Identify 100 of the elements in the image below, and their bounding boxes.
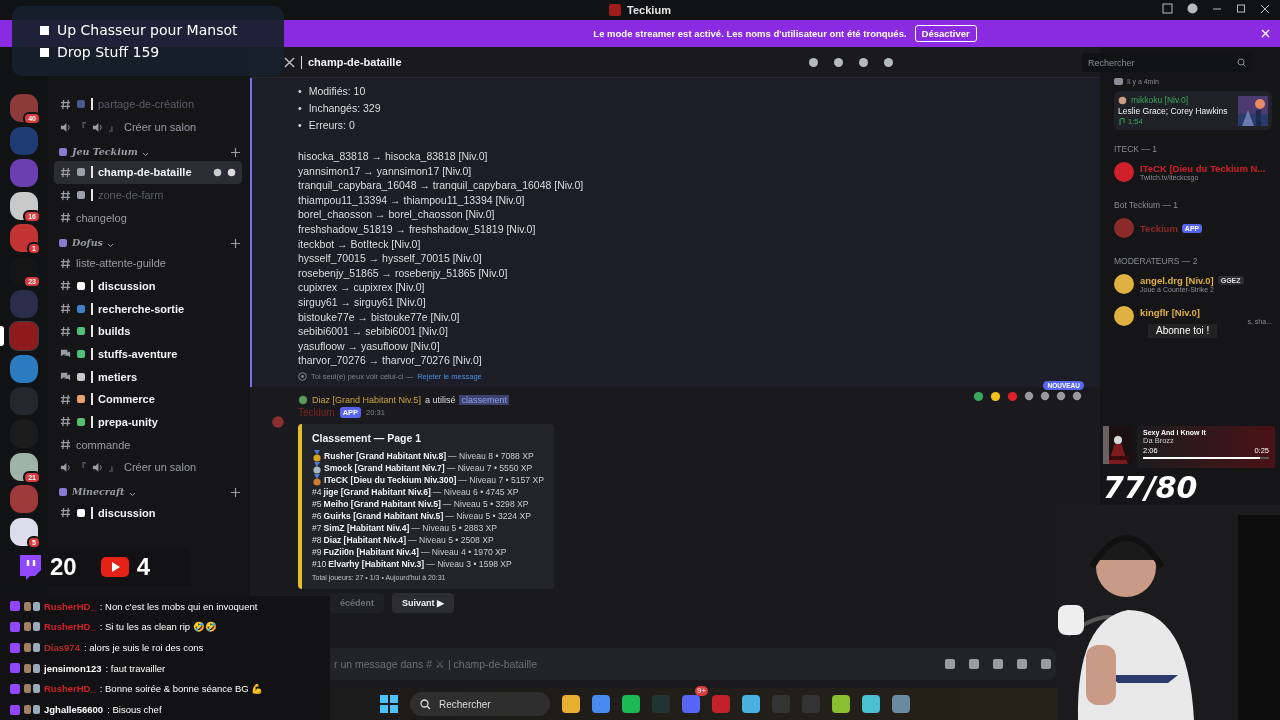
channel-item[interactable]: commande	[54, 433, 242, 456]
embed-title: Classement — Page 1	[312, 431, 423, 444]
summary-item: Inchangés: 329	[308, 100, 381, 115]
player-stats: — Niveau 4 • 1970 XP	[420, 546, 507, 557]
player-name: Elvarhy [Habitant Niv.3]	[328, 558, 425, 569]
task-text: Up Chasseur pour Mansot	[57, 22, 238, 38]
member-name[interactable]: kingflr [Niv.0]	[1140, 307, 1200, 318]
rename-line: hisocka_83818 → hisocka_83818 [Niv.0]	[298, 149, 489, 164]
rename-line: freshshadow_51819 → freshshadow_51819 [Niv.0]	[298, 221, 537, 237]
channel-item[interactable]: 『 』 Créer un salon	[54, 456, 242, 479]
rank-number: #10	[312, 558, 327, 569]
channel-item[interactable]: builds	[54, 319, 242, 343]
chat-username: Dias974	[44, 642, 80, 654]
member-group-title: Bot Teckium — 1	[1114, 200, 1180, 210]
rename-line: iteckbot → BotIteck [Niv.0]	[298, 236, 422, 252]
taskbar-search[interactable]: Rechercher	[410, 692, 550, 716]
track-artists: Leslie Grace; Corey Hawkins	[1118, 106, 1229, 116]
player-stats: — Niveau 7 • 5157 XP	[458, 474, 544, 485]
player-stats: — Niveau 5 • 3298 XP	[442, 498, 529, 509]
channel-item[interactable]: liste-attente-guilde	[54, 251, 242, 275]
rank-number: #9	[312, 546, 322, 557]
chat-message: : alors je suis le roi des cons	[83, 642, 204, 654]
player-name: FuZii0n [Habitant Niv.4]	[323, 546, 419, 557]
channel-item[interactable]: 『 』 Créer un salon	[54, 115, 242, 139]
player-name: Smock [Grand Habitant Niv.7]	[324, 462, 445, 473]
reply-username[interactable]: Diaz [Grand Habitant Niv.5]	[312, 394, 421, 405]
channel-item[interactable]: discussion	[54, 274, 242, 298]
chat-message: : faut travailler	[105, 662, 166, 674]
window-title: Teckium	[627, 4, 671, 16]
channel-item[interactable]: Commerce	[54, 387, 242, 411]
channel-item[interactable]: metiers	[54, 365, 242, 388]
chat-username: Jghalle56600	[44, 704, 104, 716]
notification-badge: 9+	[695, 686, 709, 696]
chat-username: jensimon123	[44, 662, 102, 674]
channel-item[interactable]: discussion	[54, 501, 242, 525]
goal-counter: 77/80	[1103, 470, 1198, 505]
channel-item[interactable]: champ-de-bataille	[54, 161, 242, 184]
bullet-mark: •	[298, 83, 302, 98]
rank-number: #8	[312, 534, 322, 545]
member-group-title: ITECK — 1	[1114, 144, 1158, 154]
rename-line: rosebenjy_51865 → rosebenjy_51865 [Niv.0]	[298, 265, 509, 281]
reply-action: a utilisé	[424, 394, 456, 405]
player-stats: — Niveau 3 • 1598 XP	[426, 558, 512, 569]
chat-message: : Non c'est les mobs qui en invoquent	[99, 600, 258, 612]
player-stats: — Niveau 5 • 3224 XP	[445, 510, 531, 521]
twitch-viewer-count: 20	[50, 553, 77, 581]
player-stats: — Niveau 5 • 2883 XP	[411, 522, 497, 533]
chat-message: : Si tu les as clean rip 🤣🤣	[99, 621, 217, 633]
channel-item[interactable]: prepa-unity	[54, 410, 242, 434]
chat-username: RusherHD_	[44, 600, 96, 612]
bullet-mark: •	[298, 100, 302, 115]
youtube-viewer-count: 4	[136, 553, 151, 581]
rename-line: yannsimon17 → yannsimon17 [Niv.0]	[298, 163, 473, 179]
rename-line: thiampou11_13394 → thiampou11_13394 [Niv.0]	[298, 192, 526, 208]
rename-line: borel_chaosson → borel_chaosson [Niv.0]	[298, 207, 496, 222]
rename-line: yasufloow → yasufloow [Niv.0]	[298, 338, 441, 354]
rename-line: tharvor_70276 → tharvor_70276 [Niv.0]	[298, 353, 483, 368]
disable-button[interactable]: Désactiver	[914, 25, 977, 42]
player-stats: — Niveau 7 • 5550 XP	[446, 462, 533, 473]
chat-username: RusherHD_	[44, 683, 96, 695]
player-name: SimZ [Habitant Niv.4]	[323, 522, 410, 533]
member-name[interactable]: angel.drg [Niv.0]	[1140, 275, 1214, 286]
player-stats: — Niveau 6 • 4745 XP	[432, 486, 519, 497]
rank-number: #5	[312, 498, 322, 509]
chat-message: : Bonne soirée & bonne séance BG 💪	[99, 683, 264, 695]
category-name[interactable]: Dofus	[72, 236, 103, 248]
rename-line: sirguy61 → sirguy61 [Niv.0]	[298, 294, 427, 310]
member-group-title: MODERATEURS — 2	[1114, 256, 1199, 266]
member-name[interactable]: ITeCK [Dieu du Teckium N...	[1140, 163, 1266, 174]
bullet-mark: •	[298, 117, 302, 132]
summary-item: Erreurs: 0	[308, 117, 355, 132]
rank-number: #4	[312, 486, 322, 497]
member-name[interactable]: mikkoku [Niv.0]	[1131, 95, 1188, 105]
rename-line: sebibi6001 → sebibi6001 [Niv.0]	[298, 324, 449, 339]
rank-number: #6	[312, 510, 322, 521]
rename-line: cupixrex → cupixrex [Niv.0]	[298, 280, 426, 295]
rename-line: bistouke77e → bistouke77e [Niv.0]	[298, 309, 461, 325]
streamer-mode-notice: Le mode streamer est activé. Les noms d'utilisateur ont été tronqués.	[593, 28, 907, 39]
chat-username: RusherHD_	[44, 621, 96, 633]
channel-item[interactable]: recherche-sortie	[54, 297, 242, 320]
channel-title: champ-de-bataille	[308, 56, 402, 68]
channel-item[interactable]: changelog	[54, 206, 242, 230]
channel-item[interactable]: stuffs-aventure	[54, 342, 242, 366]
summary-item: Modifiés: 10	[308, 83, 366, 98]
subscribe-overlay: Abonne toi !	[1148, 324, 1218, 338]
player-name: Guirks [Grand Habitant Niv.5]	[323, 510, 444, 521]
player-name: Diaz [Habitant Niv.4]	[323, 534, 406, 545]
rank-number: #7	[312, 522, 322, 533]
player-name: jige [Grand Habitant Niv.6]	[323, 486, 431, 497]
player-stats: — Niveau 5 • 2508 XP	[408, 534, 494, 545]
command-mention[interactable]: classement	[459, 394, 509, 405]
chat-message: : Bisous chef	[107, 704, 162, 716]
search-field[interactable]: Rechercher	[1082, 53, 1252, 72]
task-text: Drop Stuff 159	[57, 44, 160, 60]
player-name: Rusher [Grand Habitant Niv.8]	[324, 450, 447, 461]
category-name[interactable]: Jeu Teckium	[72, 146, 138, 158]
player-name: Meiho [Grand Habitant Niv.5]	[323, 498, 441, 509]
player-name: ITeCK [Dieu du Teckium Niv.300]	[324, 474, 457, 485]
category-name[interactable]: Minecraft	[72, 486, 125, 498]
pagination-button[interactable]: Suivant ▶	[392, 592, 455, 613]
